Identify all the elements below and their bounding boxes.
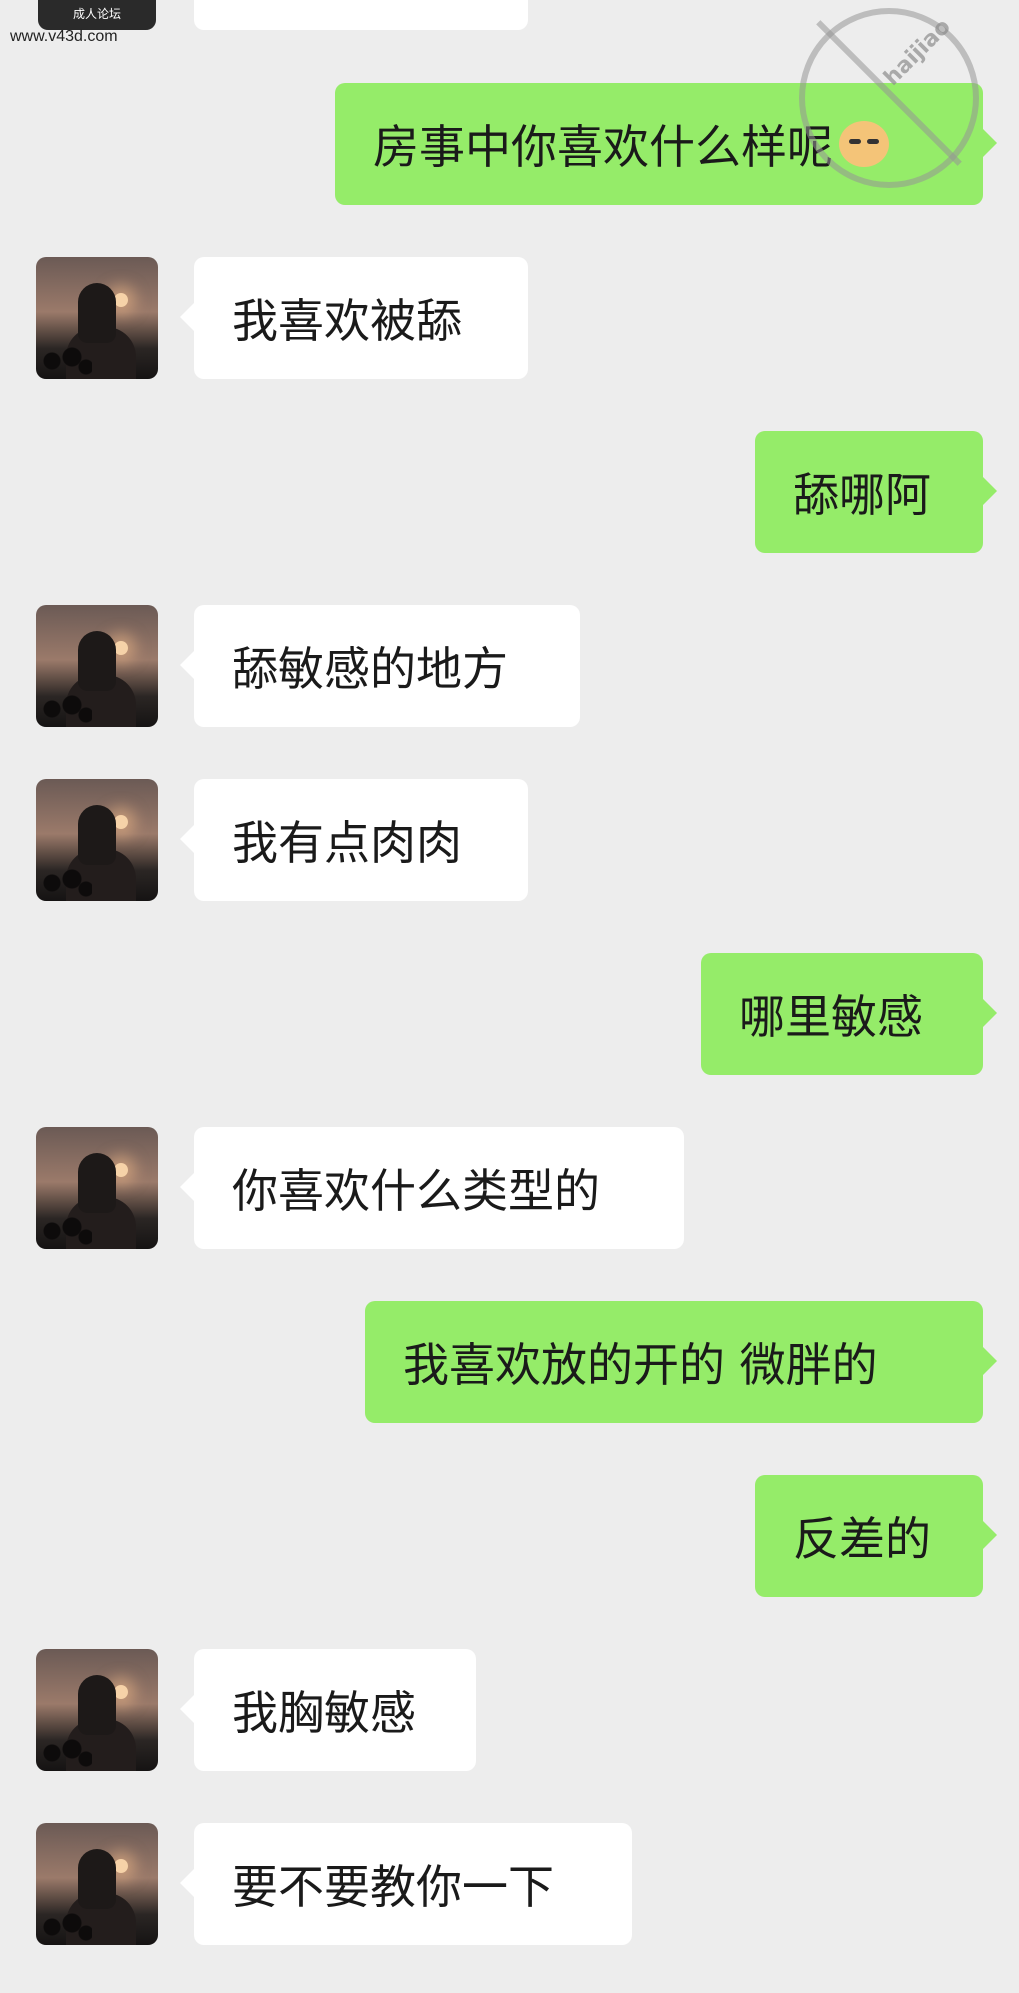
message-bubble-incoming[interactable]: [194, 0, 528, 30]
message-row: 我喜欢被舔: [0, 257, 1019, 379]
message-row: 哪里敏感: [0, 953, 1019, 1075]
avatar[interactable]: [36, 1649, 158, 1771]
message-row: 我喜欢放的开的 微胖的: [0, 1301, 1019, 1423]
message-row: 要不要教你一下: [0, 1823, 1019, 1945]
message-row: 我有点肉肉: [0, 779, 1019, 901]
message-bubble-outgoing[interactable]: 哪里敏感: [701, 953, 997, 1075]
watermark-site: www.v43d.com: [10, 28, 118, 45]
avatar[interactable]: [36, 605, 158, 727]
message-bubble-incoming[interactable]: 你喜欢什么类型的: [180, 1127, 684, 1249]
message-bubble-outgoing[interactable]: 我喜欢放的开的 微胖的: [365, 1301, 997, 1423]
avatar[interactable]: [36, 1127, 158, 1249]
message-row: 我胸敏感: [0, 1649, 1019, 1771]
message-row: 舔敏感的地方: [0, 605, 1019, 727]
message-row: 反差的: [0, 1475, 1019, 1597]
message-bubble-outgoing[interactable]: 舔哪阿: [755, 431, 997, 553]
message-bubble-incoming[interactable]: 舔敏感的地方: [180, 605, 580, 727]
message-text: 房事中你喜欢什么样呢: [373, 120, 833, 174]
avatar[interactable]: [36, 779, 158, 901]
message-row: 你喜欢什么类型的: [0, 1127, 1019, 1249]
message-bubble-incoming[interactable]: 我胸敏感: [180, 1649, 476, 1771]
message-bubble-incoming[interactable]: 我喜欢被舔: [180, 257, 528, 379]
avatar[interactable]: [36, 257, 158, 379]
avatar[interactable]: [36, 1823, 158, 1945]
message-bubble-incoming[interactable]: 要不要教你一下: [180, 1823, 632, 1945]
message-bubble-incoming[interactable]: 我有点肉肉: [180, 779, 528, 901]
message-bubble-outgoing[interactable]: 反差的: [755, 1475, 997, 1597]
message-row: 舔哪阿: [0, 431, 1019, 553]
